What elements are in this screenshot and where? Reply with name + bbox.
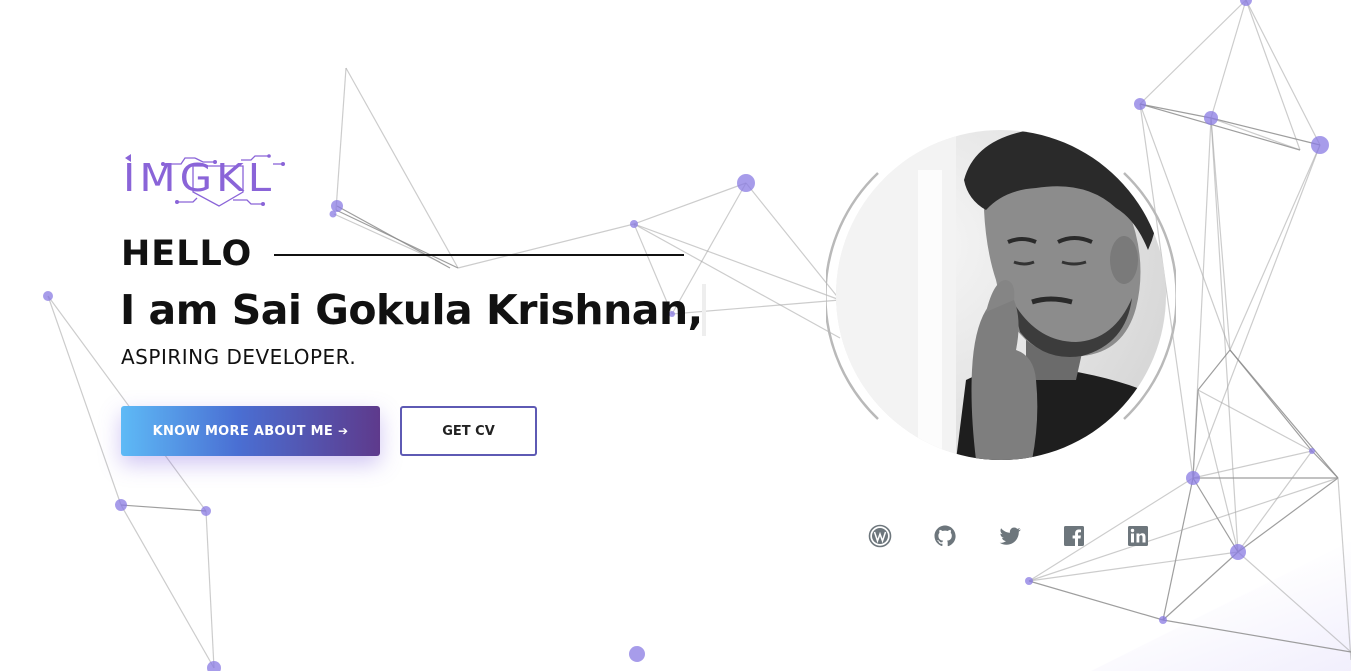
github-icon xyxy=(934,525,956,547)
social-link-facebook[interactable] xyxy=(1060,522,1088,550)
social-link-github[interactable] xyxy=(931,522,959,550)
brand-logo[interactable]: IMGKL xyxy=(123,154,329,210)
know-more-label: KNOW MORE ABOUT ME xyxy=(152,423,334,439)
get-cv-button[interactable]: GET CV xyxy=(400,406,537,456)
greeting-row: HELLO xyxy=(121,232,685,276)
typing-cursor xyxy=(702,284,706,336)
role-subtitle: ASPIRING DEVELOPER. xyxy=(121,345,357,369)
facebook-icon xyxy=(1064,526,1084,546)
person-silhouette-graphic xyxy=(836,130,1166,460)
name-heading: I am Sai Gokula Krishnan, xyxy=(120,286,703,334)
hero-section: IMGKL HELLO I am Sai Gokula Krishnan, AS… xyxy=(0,0,1351,671)
twitter-icon xyxy=(999,527,1021,545)
social-links xyxy=(866,522,1156,550)
logo-text: IMGKL xyxy=(123,155,276,201)
greeting-divider xyxy=(274,254,685,256)
profile-photo xyxy=(836,130,1166,460)
greeting-heading: HELLO xyxy=(121,234,253,274)
arrow-right-icon: ➔ xyxy=(338,424,349,438)
get-cv-label: GET CV xyxy=(442,423,495,439)
wordpress-icon xyxy=(868,524,892,548)
linkedin-icon xyxy=(1128,526,1148,546)
social-link-wordpress[interactable] xyxy=(866,522,894,550)
social-link-twitter[interactable] xyxy=(996,522,1024,550)
know-more-button[interactable]: KNOW MORE ABOUT ME ➔ xyxy=(121,406,380,456)
social-link-linkedin[interactable] xyxy=(1124,522,1152,550)
